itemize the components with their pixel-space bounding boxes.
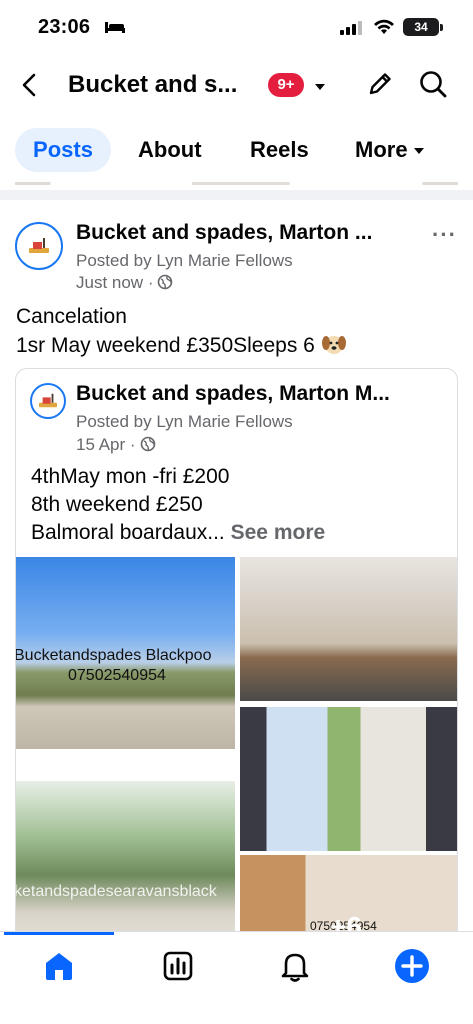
create-icon[interactable] (394, 948, 430, 984)
bucket-spade-logo-icon (39, 393, 57, 408)
notifications-icon[interactable] (277, 948, 313, 984)
photo-caption: 07502540954 (68, 667, 166, 684)
shared-post-card[interactable]: Bucket and spades, Marton M... Posted by… (15, 368, 458, 968)
shared-post-date[interactable]: 15 Apr · (76, 435, 156, 455)
back-arrow-icon[interactable] (18, 72, 42, 98)
post-text-line-emoji: 1sr May weekend £350Sleeps 6 (16, 331, 347, 360)
bucket-spade-logo-icon (29, 238, 49, 253)
status-time: 23:06 (38, 16, 91, 38)
battery-indicator: 34 (403, 18, 439, 36)
shared-text-line: 4thMay mon -fri £200 (31, 465, 230, 488)
page-tabs: Posts About Reels More (0, 128, 473, 174)
battery-nub (440, 24, 443, 31)
post-text-line: Cancelation (16, 305, 127, 328)
photo-caption: ketandspadesearavansblack (16, 883, 217, 900)
shared-post-body: 4thMay mon -fri £200 8th weekend £250 Ba… (31, 463, 325, 547)
notification-badge[interactable]: 9+ (268, 73, 304, 97)
globe-icon (140, 436, 155, 452)
cellular-signal-icon (340, 21, 362, 35)
page-title[interactable]: Bucket and s... (68, 71, 237, 99)
bottom-tab-bar (0, 931, 473, 1024)
tab-more[interactable]: More (355, 128, 425, 172)
chevron-down-icon (413, 148, 424, 155)
post-timestamp[interactable]: Just now · (76, 273, 173, 293)
active-tab-indicator (4, 932, 114, 935)
shared-text-line: 8th weekend £250 (31, 493, 203, 516)
status-bar: 23:06 34 (0, 0, 473, 56)
globe-icon (158, 274, 173, 290)
wifi-icon (374, 19, 394, 34)
see-more-link[interactable]: See more (231, 521, 326, 544)
section-divider (0, 190, 473, 200)
photo-caravan-exterior[interactable]: Bucketandspades Blackpoo 07502540954 (16, 557, 235, 749)
shared-text-line: Balmoral boardaux... (31, 521, 225, 544)
photo-caption: Bucketandspades Blackpoo (16, 647, 212, 664)
post-menu-icon[interactable]: ··· (432, 222, 457, 248)
shared-page-name[interactable]: Bucket and spades, Marton M... (76, 382, 390, 406)
tab-posts[interactable]: Posts (15, 128, 111, 172)
search-icon[interactable] (418, 69, 448, 99)
home-icon[interactable] (41, 948, 77, 984)
page-avatar[interactable] (15, 222, 63, 270)
sleep-mode-icon (105, 22, 125, 33)
post-time-text: Just now (76, 273, 144, 292)
photo-kitchen[interactable] (240, 557, 457, 701)
previous-post-edge (15, 182, 458, 185)
tab-reels[interactable]: Reels (250, 128, 309, 172)
shared-text-line-last: Balmoral boardaux... See more (31, 519, 325, 547)
post-header: Bucket and spades, Marton ... Posted by … (0, 200, 473, 296)
post-page-name[interactable]: Bucket and spades, Marton ... (76, 221, 372, 245)
tab-about[interactable]: About (138, 128, 202, 172)
post-author[interactable]: Posted by Lyn Marie Fellows (76, 251, 293, 271)
chevron-down-icon[interactable] (313, 82, 327, 92)
shared-post-author[interactable]: Posted by Lyn Marie Fellows (76, 412, 293, 432)
dog-emoji-icon (321, 336, 346, 354)
shared-page-avatar[interactable] (30, 383, 66, 419)
photo-patio-doors[interactable] (240, 707, 457, 851)
shared-date-text: 15 Apr (76, 435, 126, 454)
page-header: Bucket and s... 9+ (0, 60, 473, 112)
post-text-line: 1sr May weekend £350Sleeps 6 (16, 334, 315, 357)
edit-pencil-icon[interactable] (366, 70, 394, 98)
tab-more-label: More (355, 137, 408, 162)
dashboard-icon[interactable] (160, 948, 196, 984)
post-body: Cancelation 1sr May weekend £350Sleeps 6 (16, 302, 347, 360)
